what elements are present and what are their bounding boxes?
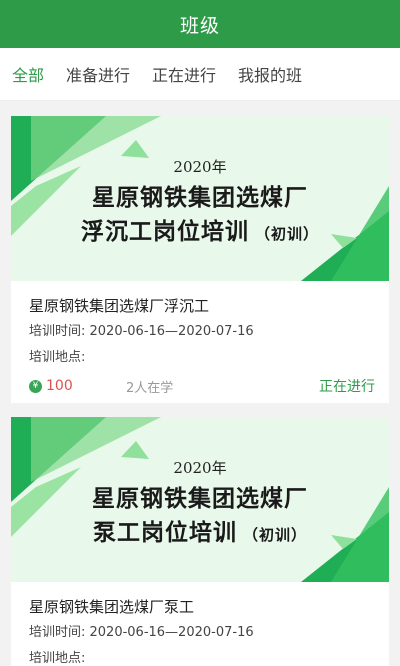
class-card[interactable]: 2020年 星原钢铁集团选煤厂 泵工岗位培训 （初训） 星原钢铁集团选煤厂泵工 培… — [11, 417, 389, 666]
banner-company: 星原钢铁集团选煤厂 — [92, 184, 308, 211]
class-banner: 2020年 星原钢铁集团选煤厂 泵工岗位培训 （初训） — [11, 417, 389, 582]
class-learners: 2人在学 — [126, 380, 174, 396]
class-location: 培训地点: — [29, 651, 86, 666]
status-badge: 正在进行 — [319, 379, 375, 395]
banner-year: 2020年 — [173, 158, 227, 176]
class-list: 2020年 星原钢铁集团选煤厂 浮沉工岗位培训 （初训） 星原钢铁集团选煤厂浮沉工… — [0, 101, 400, 666]
banner-course-name: 浮沉工岗位培训 — [80, 218, 249, 245]
class-title: 星原钢铁集团选煤厂浮沉工 — [29, 297, 210, 315]
yen-coin-icon: ¥ — [29, 379, 42, 393]
class-price: 100 — [46, 378, 73, 394]
class-banner: 2020年 星原钢铁集团选煤厂 浮沉工岗位培训 （初训） — [11, 116, 389, 281]
class-card[interactable]: 2020年 星原钢铁集团选煤厂 浮沉工岗位培训 （初训） 星原钢铁集团选煤厂浮沉工… — [11, 116, 389, 403]
class-title: 星原钢铁集团选煤厂泵工 — [29, 598, 195, 616]
banner-course: 泵工岗位培训 （初训） — [11, 513, 389, 547]
class-time: 培训时间: 2020-06-16—2020-07-16 — [29, 625, 254, 640]
class-location: 培训地点: — [29, 350, 86, 365]
banner-course-tag: （初训） — [254, 225, 319, 243]
banner-course-tag: （初训） — [242, 526, 307, 544]
tab-in-progress[interactable]: 正在进行 — [152, 62, 216, 86]
tab-preparing[interactable]: 准备进行 — [66, 62, 130, 86]
class-info: 星原钢铁集团选煤厂泵工 培训时间: 2020-06-16—2020-07-16 … — [11, 582, 389, 666]
banner-course-name: 泵工岗位培训 — [92, 519, 237, 546]
class-time: 培训时间: 2020-06-16—2020-07-16 — [29, 324, 254, 339]
banner-year: 2020年 — [173, 459, 227, 477]
banner-company: 星原钢铁集团选煤厂 — [92, 485, 308, 512]
filter-tabs: 全部 准备进行 正在进行 我报的班 — [0, 48, 400, 101]
class-info: 星原钢铁集团选煤厂浮沉工 培训时间: 2020-06-16—2020-07-16… — [11, 281, 389, 401]
banner-course: 浮沉工岗位培训 （初训） — [11, 212, 389, 246]
app-header: 班级 — [0, 0, 400, 48]
tab-all[interactable]: 全部 — [12, 62, 44, 86]
tab-my-classes[interactable]: 我报的班 — [238, 62, 302, 86]
class-meta: ¥ 100 2人在学 正在进行 — [29, 371, 375, 401]
page-title: 班级 — [179, 14, 220, 37]
